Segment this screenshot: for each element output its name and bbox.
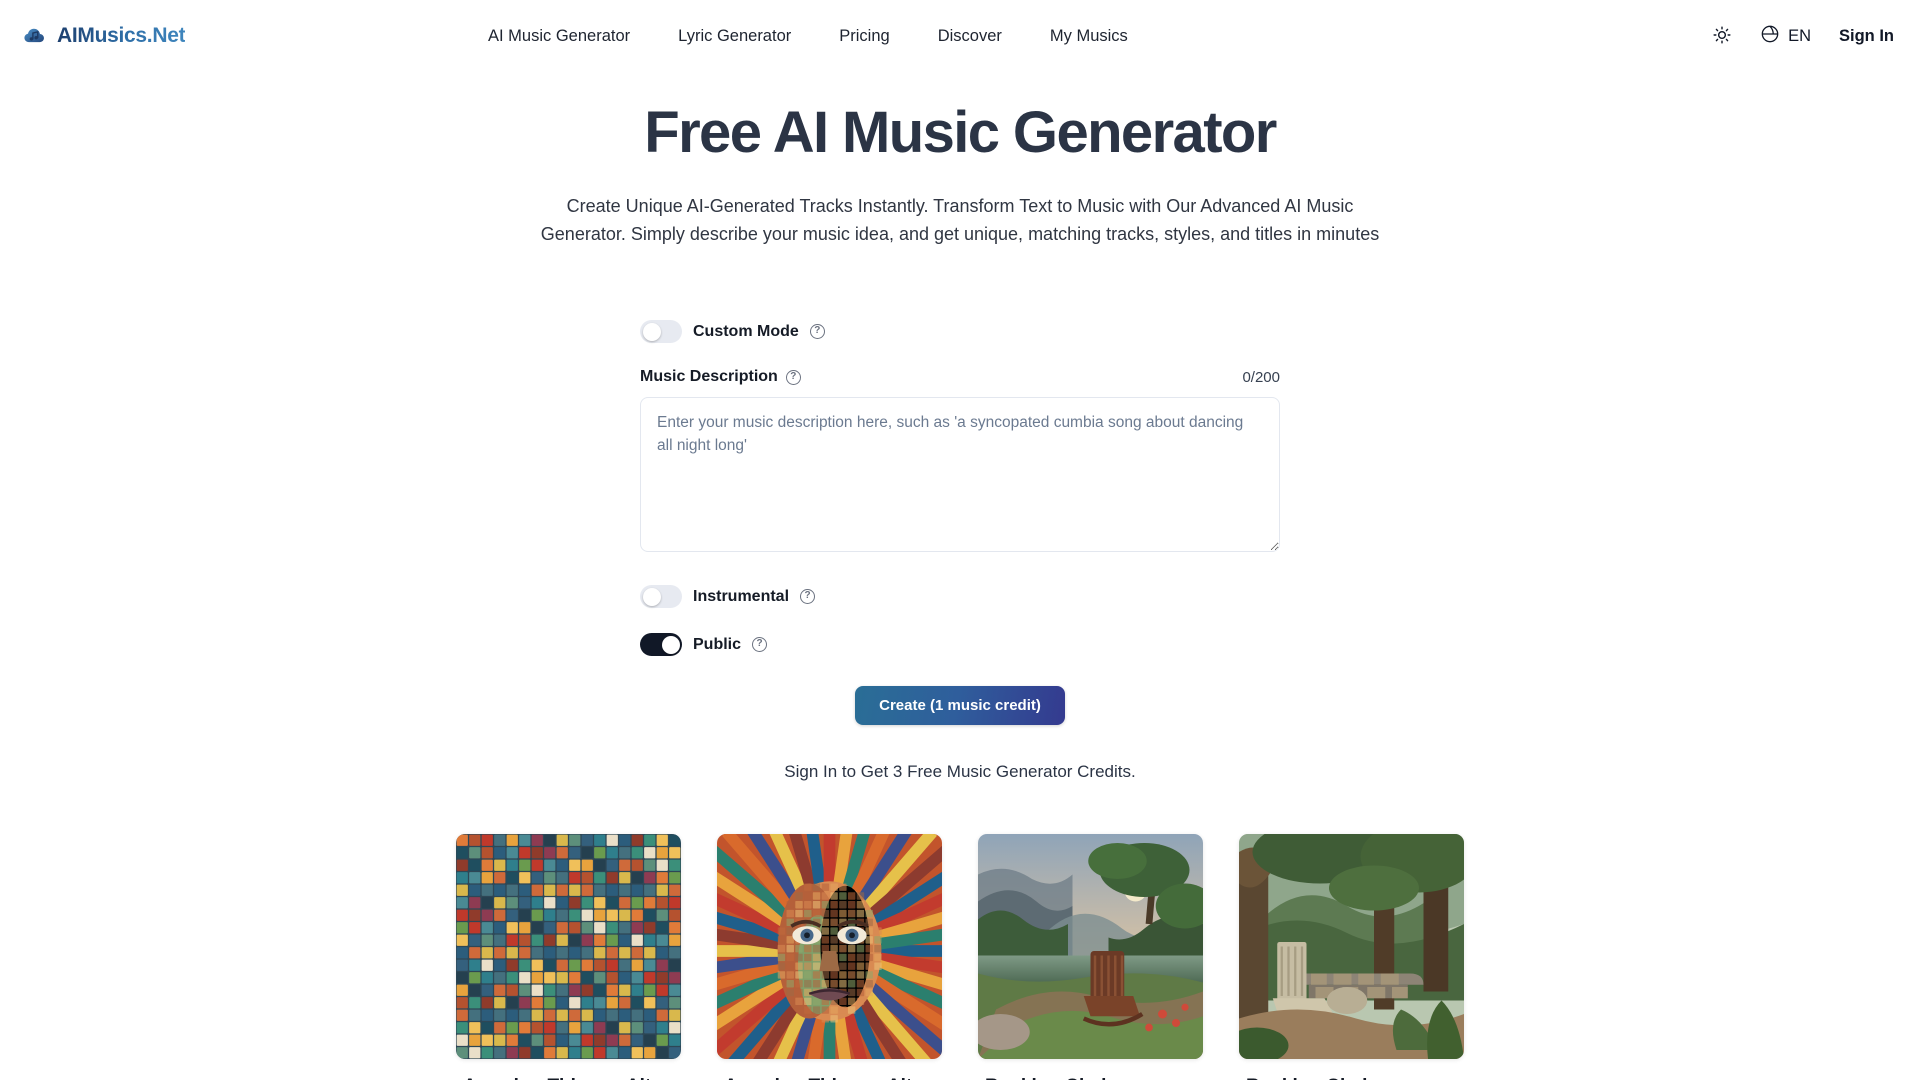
site-header: AIMusics.Net AI Music Generator Lyric Ge… <box>0 0 1920 72</box>
music-generator-form: Custom Mode ? Music Description ? 0/200 … <box>640 320 1280 782</box>
sun-icon <box>1712 25 1732 48</box>
header-actions: EN Sign In <box>1712 24 1894 49</box>
music-description-header: Music Description ? 0/200 <box>640 368 1280 386</box>
music-card[interactable]: Rocking Chair <box>978 834 1203 1080</box>
music-card-title: Rocking Chair <box>1239 1076 1464 1080</box>
brand-name: AIMusics.Net <box>57 24 186 47</box>
instrumental-row: Instrumental ? <box>640 585 1280 609</box>
lake-sunset-rocking-chair-artwork <box>978 834 1203 1060</box>
instrumental-label: Instrumental <box>693 587 790 605</box>
language-code: EN <box>1788 26 1811 45</box>
nav-item-discover[interactable]: Discover <box>938 27 1002 46</box>
main-navigation: AI Music Generator Lyric Generator Prici… <box>488 27 1128 46</box>
music-card[interactable]: Amazing Things - Alt <box>456 834 681 1080</box>
toggle-knob <box>642 322 661 341</box>
brand-logo[interactable]: AIMusics.Net <box>22 23 186 49</box>
custom-mode-help-icon[interactable]: ? <box>809 324 825 340</box>
globe-icon <box>1760 24 1780 49</box>
nav-item-pricing[interactable]: Pricing <box>839 27 889 46</box>
music-card-title: Amazing Things - Alt <box>456 1076 681 1080</box>
nav-item-ai-music-generator[interactable]: AI Music Generator <box>488 27 630 46</box>
custom-mode-toggle[interactable] <box>640 320 682 344</box>
create-button[interactable]: Create (1 music credit) <box>855 686 1065 726</box>
instrumental-help-icon[interactable]: ? <box>800 589 816 605</box>
character-counter: 0/200 <box>1242 368 1280 386</box>
music-description-help-icon[interactable]: ? <box>785 369 801 385</box>
music-description-input[interactable] <box>640 397 1280 553</box>
create-button-container: Create (1 music credit) <box>640 686 1280 726</box>
music-card-title: Amazing Things - Alt <box>717 1076 942 1080</box>
public-label: Public <box>693 635 742 653</box>
cloud-music-note-icon <box>22 23 48 49</box>
public-help-icon[interactable]: ? <box>752 637 768 653</box>
public-toggle[interactable] <box>640 633 682 657</box>
music-card-title: Rocking Chair <box>978 1076 1203 1080</box>
music-description-label: Music Description <box>640 368 778 386</box>
nav-item-my-musics[interactable]: My Musics <box>1050 27 1128 46</box>
custom-mode-label: Custom Mode <box>693 322 799 340</box>
theme-toggle-button[interactable] <box>1712 25 1732 48</box>
credit-note: Sign In to Get 3 Free Music Generator Cr… <box>784 762 1136 782</box>
music-card[interactable]: Rocking Chair <box>1239 834 1464 1080</box>
sign-in-button[interactable]: Sign In <box>1839 27 1894 46</box>
music-card-list: Amazing Things - Alt Amazing Things - Al… <box>0 834 1920 1080</box>
hero-section: Free AI Music Generator Create Unique AI… <box>0 72 1920 248</box>
public-row: Public ? <box>640 633 1280 657</box>
toggle-knob <box>661 635 680 654</box>
toggle-knob <box>642 587 661 606</box>
language-selector[interactable]: EN <box>1760 24 1811 49</box>
forest-rocking-chair-artwork <box>1239 834 1464 1060</box>
music-card[interactable]: Amazing Things - Alt <box>717 834 942 1080</box>
colorful-mosaic-tiles-artwork <box>456 834 681 1060</box>
instrumental-toggle[interactable] <box>640 585 682 609</box>
custom-mode-row: Custom Mode ? <box>640 320 1280 344</box>
mosaic-face-portrait-artwork <box>717 834 942 1060</box>
nav-item-lyric-generator[interactable]: Lyric Generator <box>678 27 791 46</box>
page-title: Free AI Music Generator <box>644 100 1277 165</box>
hero-subtitle: Create Unique AI-Generated Tracks Instan… <box>540 195 1380 244</box>
